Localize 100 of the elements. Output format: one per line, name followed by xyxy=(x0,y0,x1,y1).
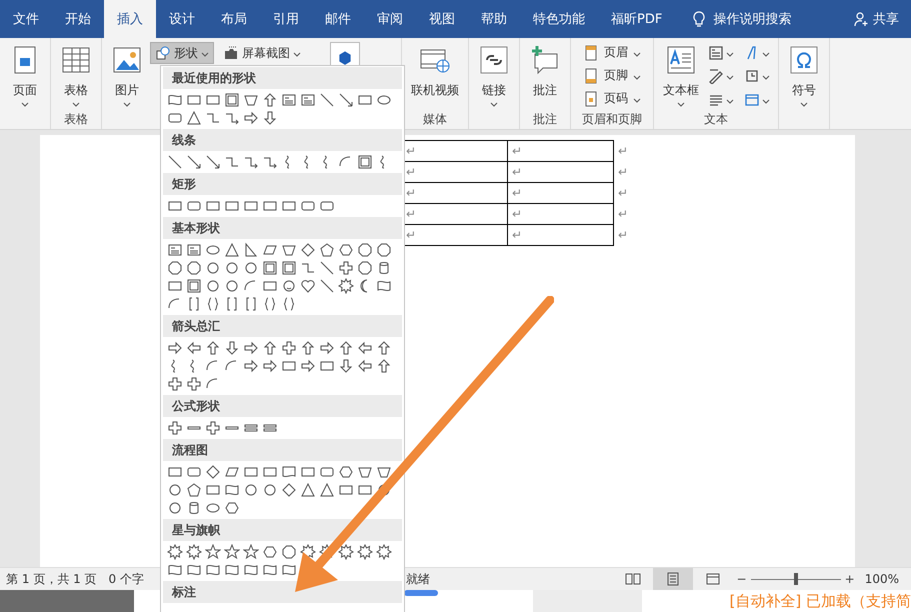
ribbon-button[interactable]: 联机视频 xyxy=(408,42,462,111)
burst-icon[interactable] xyxy=(338,544,354,560)
up-arrow-icon[interactable] xyxy=(376,358,392,374)
ribbon-button[interactable]: 页面 xyxy=(6,42,44,111)
right-arrow-icon[interactable] xyxy=(243,110,259,126)
ribbon-button[interactable]: 页眉 xyxy=(577,42,647,63)
wave-icon[interactable] xyxy=(243,562,259,578)
plus-icon[interactable] xyxy=(167,376,183,392)
frame-icon[interactable] xyxy=(262,260,278,276)
ribbon-button[interactable]: 形状 xyxy=(150,42,214,64)
ribbon-button[interactable]: 链接 xyxy=(475,42,513,111)
down-arrow-icon[interactable] xyxy=(262,110,278,126)
up-arrow-icon[interactable] xyxy=(262,340,278,356)
ribbon-tab[interactable]: 福昕PDF xyxy=(598,0,676,38)
frame-icon[interactable] xyxy=(281,260,297,276)
diamond-icon[interactable] xyxy=(205,464,221,480)
frame-icon[interactable] xyxy=(186,278,202,294)
ribbon-tab[interactable]: 插入 xyxy=(104,0,156,38)
plus-icon[interactable] xyxy=(338,260,354,276)
ribbon-button[interactable]: 图片 xyxy=(108,42,146,111)
right-triangle-icon[interactable] xyxy=(243,242,259,258)
ribbon-button[interactable]: 屏幕截图 xyxy=(218,42,306,64)
ribbon-tab[interactable]: 特色功能 xyxy=(520,0,598,38)
line-icon[interactable] xyxy=(167,154,183,170)
ribbon-tab[interactable]: 视图 xyxy=(416,0,468,38)
heart-icon[interactable] xyxy=(300,278,316,294)
hexagon-icon[interactable] xyxy=(262,544,278,560)
right-arrow-icon[interactable] xyxy=(319,340,335,356)
right-arrow-icon[interactable] xyxy=(262,358,278,374)
up-arrow-icon[interactable] xyxy=(338,340,354,356)
zoom-in-button[interactable]: + xyxy=(840,572,859,586)
hexagon-icon[interactable] xyxy=(224,500,240,516)
text-box-icon[interactable] xyxy=(281,92,297,108)
plus-icon[interactable] xyxy=(167,420,183,436)
ribbon-tab[interactable]: 审阅 xyxy=(364,0,416,38)
left-arrow-icon[interactable] xyxy=(357,358,373,374)
ribbon-tab[interactable]: 邮件 xyxy=(312,0,364,38)
burst-icon[interactable] xyxy=(376,544,392,560)
wave-icon[interactable] xyxy=(376,278,392,294)
word-count[interactable]: 0 个字 xyxy=(102,570,150,588)
wave-icon[interactable] xyxy=(281,562,297,578)
share-button[interactable]: 共享 xyxy=(873,10,899,28)
ribbon-tab[interactable]: 设计 xyxy=(156,0,208,38)
diamond-icon[interactable] xyxy=(281,482,297,498)
up-arrow-icon[interactable] xyxy=(376,340,392,356)
view-button[interactable] xyxy=(652,568,693,590)
document-icon[interactable] xyxy=(281,464,297,480)
wave-icon[interactable] xyxy=(186,562,202,578)
hexagon-icon[interactable] xyxy=(338,242,354,258)
star-icon[interactable] xyxy=(243,544,259,560)
text-box-icon[interactable] xyxy=(167,242,183,258)
tell-me-search[interactable]: 操作说明搜索 xyxy=(713,10,792,28)
right-arrow-icon[interactable] xyxy=(243,358,259,374)
zoom-slider-thumb[interactable] xyxy=(794,573,798,585)
arrow-line-icon[interactable] xyxy=(338,92,354,108)
burst-icon[interactable] xyxy=(167,544,183,560)
up-arrow-icon[interactable] xyxy=(262,92,278,108)
diamond-icon[interactable] xyxy=(300,242,316,258)
left-arrow-icon[interactable] xyxy=(186,340,202,356)
plus-icon[interactable] xyxy=(205,420,221,436)
frame-icon[interactable] xyxy=(224,92,240,108)
down-arrow-icon[interactable] xyxy=(224,340,240,356)
ribbon-button[interactable]: 批注 xyxy=(526,42,564,111)
octagon-icon[interactable] xyxy=(167,260,183,276)
triangle-icon[interactable] xyxy=(186,110,202,126)
octagon-icon[interactable] xyxy=(186,260,202,276)
ribbon-tab[interactable]: 帮助 xyxy=(468,0,520,38)
wave-icon[interactable] xyxy=(224,482,240,498)
wave-icon[interactable] xyxy=(262,562,278,578)
ribbon-tab[interactable]: 引用 xyxy=(260,0,312,38)
ribbon-button[interactable]: 页码 xyxy=(577,88,647,109)
wave-icon[interactable] xyxy=(167,562,183,578)
page-count[interactable]: 第 1 页，共 1 页 xyxy=(0,570,103,588)
smiley-icon[interactable] xyxy=(281,278,297,294)
plus-icon[interactable] xyxy=(186,376,202,392)
text-box-icon[interactable] xyxy=(300,92,316,108)
burst-icon[interactable] xyxy=(357,544,373,560)
text-box-icon[interactable] xyxy=(186,242,202,258)
burst-icon[interactable] xyxy=(186,544,202,560)
wave-icon[interactable] xyxy=(167,92,183,108)
hexagon-icon[interactable] xyxy=(338,464,354,480)
braces-icon[interactable] xyxy=(262,296,278,312)
pentagon-icon[interactable] xyxy=(319,242,335,258)
braces-icon[interactable] xyxy=(205,296,221,312)
ribbon-tab[interactable]: 开始 xyxy=(52,0,104,38)
line-icon[interactable] xyxy=(319,278,335,294)
frame-icon[interactable] xyxy=(357,154,373,170)
wave-icon[interactable] xyxy=(205,562,221,578)
arrow-line-icon[interactable] xyxy=(186,154,202,170)
line-icon[interactable] xyxy=(319,260,335,276)
star-icon[interactable] xyxy=(224,544,240,560)
ribbon-tab[interactable]: 文件 xyxy=(0,0,52,38)
octagon-icon[interactable] xyxy=(357,260,373,276)
right-arrow-icon[interactable] xyxy=(243,340,259,356)
triangle-icon[interactable] xyxy=(300,482,316,498)
zoom-out-button[interactable]: − xyxy=(732,572,751,586)
right-arrow-icon[interactable] xyxy=(167,340,183,356)
ribbon-tab[interactable]: 布局 xyxy=(208,0,260,38)
octagon-icon[interactable] xyxy=(376,242,392,258)
octagon-icon[interactable] xyxy=(357,242,373,258)
